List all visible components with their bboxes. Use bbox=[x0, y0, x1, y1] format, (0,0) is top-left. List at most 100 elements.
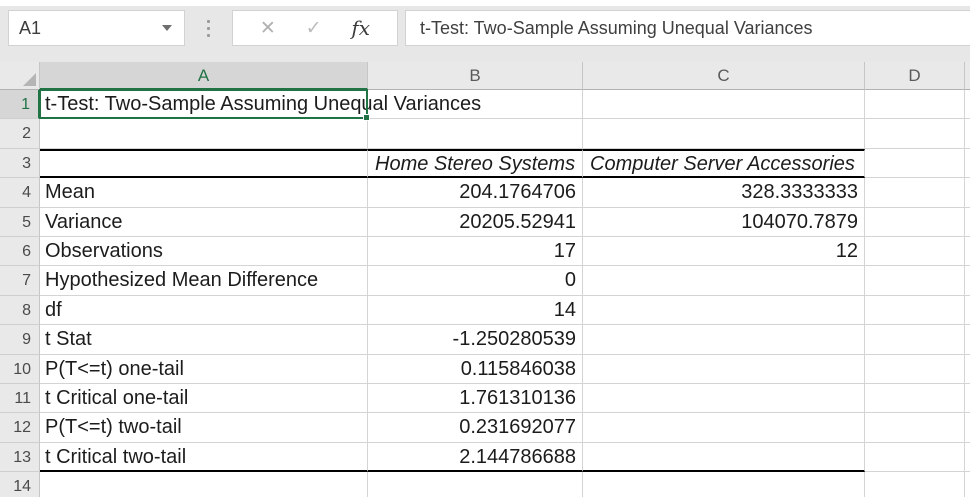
row-header[interactable]: 10 bbox=[0, 355, 40, 384]
column-header-d[interactable]: D bbox=[865, 62, 965, 90]
cell-b[interactable] bbox=[368, 119, 583, 148]
cell-a[interactable]: t-Test: Two-Sample Assuming Unequal Vari… bbox=[40, 90, 368, 119]
select-all-button[interactable] bbox=[0, 62, 40, 90]
sheet-row: 12 P(T<=t) two-tail 0.231692077 bbox=[0, 413, 970, 442]
cell-d[interactable] bbox=[865, 325, 965, 354]
cell-d[interactable] bbox=[865, 384, 965, 413]
cell-c[interactable]: 12 bbox=[583, 237, 865, 266]
cell-b[interactable]: Home Stereo Systems bbox=[368, 149, 583, 178]
cell-d[interactable] bbox=[865, 149, 965, 178]
cell-e[interactable] bbox=[965, 413, 970, 442]
name-box[interactable]: A1 bbox=[8, 10, 185, 46]
column-header-a[interactable]: A bbox=[40, 62, 368, 90]
cell-b[interactable]: 17 bbox=[368, 237, 583, 266]
row-header[interactable]: 5 bbox=[0, 208, 40, 237]
cell-e[interactable] bbox=[965, 119, 970, 148]
cell-a[interactable]: t Critical two-tail bbox=[40, 443, 368, 472]
cell-b[interactable] bbox=[368, 472, 583, 497]
cell-c[interactable] bbox=[583, 384, 865, 413]
column-header-c[interactable]: C bbox=[583, 62, 865, 90]
row-header[interactable]: 7 bbox=[0, 266, 40, 295]
cell-d[interactable] bbox=[865, 296, 965, 325]
cell-b[interactable]: 204.1764706 bbox=[368, 178, 583, 207]
cell-c[interactable]: Computer Server Accessories bbox=[583, 149, 865, 178]
cell-c[interactable] bbox=[583, 355, 865, 384]
cell-c[interactable] bbox=[583, 266, 865, 295]
cell-a[interactable]: t Critical one-tail bbox=[40, 384, 368, 413]
cell-d[interactable] bbox=[865, 90, 965, 119]
cell-a[interactable] bbox=[40, 472, 368, 497]
cell-d[interactable] bbox=[865, 413, 965, 442]
cell-c[interactable] bbox=[583, 443, 865, 472]
cell-e[interactable] bbox=[965, 90, 970, 119]
row-header[interactable]: 1 bbox=[0, 90, 40, 119]
cell-b[interactable]: 14 bbox=[368, 296, 583, 325]
cell-b[interactable]: 2.144786688 bbox=[368, 443, 583, 472]
cell-b[interactable]: 1.761310136 bbox=[368, 384, 583, 413]
cell-b[interactable]: 20205.52941 bbox=[368, 208, 583, 237]
cell-c[interactable]: 328.3333333 bbox=[583, 178, 865, 207]
cell-a[interactable] bbox=[40, 149, 368, 178]
cell-c[interactable] bbox=[583, 472, 865, 497]
cell-a[interactable] bbox=[40, 119, 368, 148]
row-header[interactable]: 9 bbox=[0, 325, 40, 354]
column-header-b[interactable]: B bbox=[368, 62, 583, 90]
sheet-row: 7 Hypothesized Mean Difference 0 bbox=[0, 266, 970, 295]
row-header[interactable]: 14 bbox=[0, 472, 40, 497]
cell-a[interactable]: Mean bbox=[40, 178, 368, 207]
row-header[interactable]: 2 bbox=[0, 119, 40, 148]
cell-a[interactable]: P(T<=t) two-tail bbox=[40, 413, 368, 442]
cell-a[interactable]: df bbox=[40, 296, 368, 325]
cell-b[interactable]: 0 bbox=[368, 266, 583, 295]
row-header[interactable]: 11 bbox=[0, 384, 40, 413]
cell-d[interactable] bbox=[865, 443, 965, 472]
cell-e[interactable] bbox=[965, 237, 970, 266]
cell-e[interactable] bbox=[965, 443, 970, 472]
row-header[interactable]: 6 bbox=[0, 237, 40, 266]
cell-c[interactable] bbox=[583, 90, 865, 119]
cell-a[interactable]: Hypothesized Mean Difference bbox=[40, 266, 368, 295]
insert-function-icon[interactable]: fx bbox=[351, 16, 370, 40]
cell-c[interactable] bbox=[583, 296, 865, 325]
enter-icon[interactable]: ✓ bbox=[306, 17, 322, 40]
cell-b[interactable]: 0.115846038 bbox=[368, 355, 583, 384]
row-header[interactable]: 3 bbox=[0, 149, 40, 178]
cell-d[interactable] bbox=[865, 266, 965, 295]
sheet-row: 8 df 14 bbox=[0, 296, 970, 325]
cell-d[interactable] bbox=[865, 178, 965, 207]
cell-c[interactable] bbox=[583, 325, 865, 354]
cell-e[interactable] bbox=[965, 149, 970, 178]
cell-e[interactable] bbox=[965, 325, 970, 354]
formula-bar-resize-handle[interactable] bbox=[185, 10, 232, 46]
sheet-row: 1 t-Test: Two-Sample Assuming Unequal Va… bbox=[0, 90, 970, 119]
cell-a[interactable]: t Stat bbox=[40, 325, 368, 354]
cell-d[interactable] bbox=[865, 237, 965, 266]
cell-d[interactable] bbox=[865, 119, 965, 148]
cell-b[interactable]: 0.231692077 bbox=[368, 413, 583, 442]
row-header[interactable]: 8 bbox=[0, 296, 40, 325]
cell-c[interactable] bbox=[583, 119, 865, 148]
cell-e[interactable] bbox=[965, 355, 970, 384]
row-header[interactable]: 4 bbox=[0, 178, 40, 207]
cell-d[interactable] bbox=[865, 472, 965, 497]
cell-e[interactable] bbox=[965, 296, 970, 325]
formula-bar[interactable]: t-Test: Two-Sample Assuming Unequal Vari… bbox=[405, 10, 970, 46]
cell-e[interactable] bbox=[965, 266, 970, 295]
column-header-e-sliver[interactable] bbox=[965, 62, 970, 90]
row-header[interactable]: 13 bbox=[0, 443, 40, 472]
cell-e[interactable] bbox=[965, 384, 970, 413]
cell-c[interactable]: 104070.7879 bbox=[583, 208, 865, 237]
cell-a[interactable]: P(T<=t) one-tail bbox=[40, 355, 368, 384]
row-header[interactable]: 12 bbox=[0, 413, 40, 442]
cell-a[interactable]: Observations bbox=[40, 237, 368, 266]
cell-b[interactable]: -1.250280539 bbox=[368, 325, 583, 354]
chevron-down-icon[interactable] bbox=[162, 25, 172, 31]
cell-d[interactable] bbox=[865, 355, 965, 384]
cell-a[interactable]: Variance bbox=[40, 208, 368, 237]
cell-e[interactable] bbox=[965, 178, 970, 207]
cancel-icon[interactable]: ✕ bbox=[260, 17, 276, 40]
cell-c[interactable] bbox=[583, 413, 865, 442]
cell-e[interactable] bbox=[965, 208, 970, 237]
cell-e[interactable] bbox=[965, 472, 970, 497]
cell-d[interactable] bbox=[865, 208, 965, 237]
